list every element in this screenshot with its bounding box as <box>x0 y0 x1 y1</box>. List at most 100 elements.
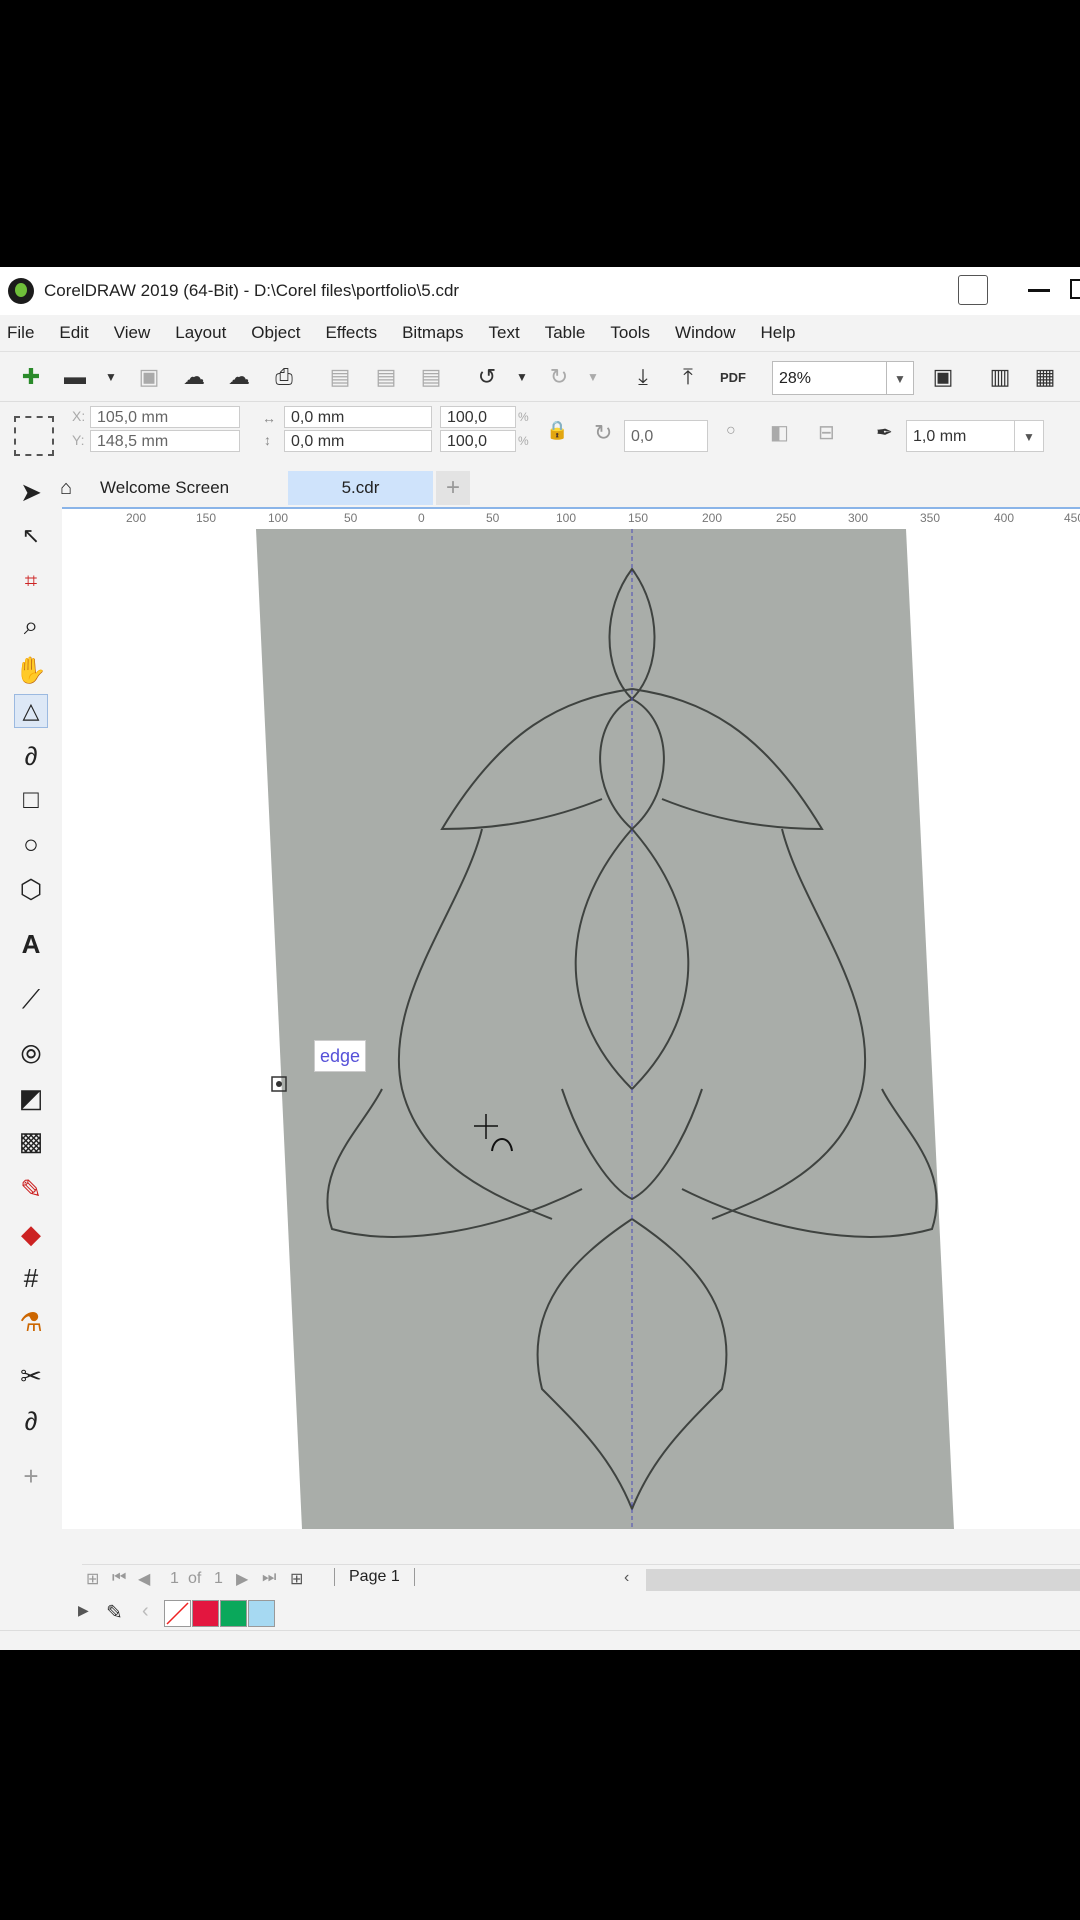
ruler-tick: 350 <box>920 511 941 525</box>
page-1-tab[interactable]: Page 1 <box>334 1568 415 1586</box>
save-icon[interactable]: ▣ <box>134 362 164 392</box>
zoom-level-select[interactable]: 28% ▼ <box>772 361 914 395</box>
rulers-icon[interactable]: ▥ <box>985 362 1015 392</box>
color-swatch-light-blue[interactable] <box>248 1600 275 1627</box>
scroll-left-icon[interactable]: ‹ <box>624 1569 629 1587</box>
menu-layout[interactable]: Layout <box>175 323 226 343</box>
color-swatch-green[interactable] <box>220 1600 247 1627</box>
add-page-before-icon[interactable]: ⊞ <box>86 1569 99 1589</box>
add-page-after-icon[interactable]: ⊞ <box>290 1569 303 1589</box>
scroll-palette-left-icon[interactable]: ‹ <box>142 1600 149 1623</box>
pick-tool-icon[interactable]: ➤ <box>14 475 48 509</box>
shape-tool-icon[interactable]: ↖ <box>14 519 48 553</box>
last-page-icon[interactable]: ⏭ <box>262 1569 276 1587</box>
cut-icon[interactable]: ▤ <box>325 362 355 392</box>
add-tool-icon[interactable]: + <box>14 1459 48 1493</box>
height-field[interactable]: 0,0 mm <box>284 430 432 452</box>
drop-shadow-tool-icon[interactable]: ◩ <box>14 1081 48 1115</box>
sketch-bitmap[interactable] <box>82 529 1080 1529</box>
open-dropdown-icon[interactable]: ▼ <box>96 362 126 392</box>
color-swatch-red[interactable] <box>192 1600 219 1627</box>
undo-dropdown-icon[interactable]: ▼ <box>507 362 537 392</box>
interactive-fill-tool-icon[interactable]: ◆ <box>14 1217 48 1251</box>
menu-view[interactable]: View <box>114 323 151 343</box>
new-document-icon[interactable]: ✚ <box>16 362 46 392</box>
scale-width-field[interactable]: 100,0 <box>440 406 516 428</box>
outline-width-select[interactable]: 1,0 mm ▼ <box>906 420 1044 452</box>
paste-icon[interactable]: ▤ <box>416 362 446 392</box>
lock-ratio-icon[interactable]: 🔒 <box>546 420 568 441</box>
eyedropper-tool-icon[interactable]: ✎ <box>14 1172 48 1206</box>
knife-tool-icon[interactable]: ✂ <box>14 1359 48 1393</box>
tab-welcome-screen[interactable]: Welcome Screen <box>100 471 310 505</box>
cloud-download-icon[interactable]: ☁ <box>179 362 209 392</box>
chevron-down-icon[interactable]: ▼ <box>1014 421 1043 451</box>
y-position-field[interactable]: 148,5 mm <box>90 430 240 452</box>
print-icon[interactable]: ⎙ <box>269 362 299 392</box>
horizontal-scrollbar[interactable] <box>646 1569 1080 1591</box>
grid-icon[interactable]: ▦ <box>1030 362 1060 392</box>
rectangle-tool-icon[interactable]: □ <box>14 782 48 816</box>
dimension-tool-icon[interactable]: ⟋ <box>14 983 48 1017</box>
transparency-tool-icon[interactable]: ▩ <box>14 1124 48 1158</box>
freehand-tool-icon[interactable]: ∂ <box>14 739 48 773</box>
current-page[interactable]: 1 <box>170 1570 179 1588</box>
mirror-vertical-icon[interactable]: ⊟ <box>818 420 835 445</box>
x-position-field[interactable]: 105,0 mm <box>90 406 240 428</box>
cloud-upload-icon[interactable]: ☁ <box>224 362 254 392</box>
mesh-fill-tool-icon[interactable]: # <box>14 1261 48 1295</box>
zoom-tool-icon[interactable]: ⌕ <box>14 609 48 643</box>
previous-page-icon[interactable]: ◀ <box>138 1569 150 1589</box>
copy-icon[interactable]: ▤ <box>371 362 401 392</box>
menu-edit[interactable]: Edit <box>59 323 88 343</box>
tab-5-cdr[interactable]: 5.cdr <box>288 471 433 505</box>
undo-icon[interactable]: ↺ <box>472 362 502 392</box>
import-icon[interactable]: ⤓ <box>628 362 658 392</box>
pdf-icon[interactable]: PDF <box>718 362 748 392</box>
menu-window[interactable]: Window <box>675 323 735 343</box>
menu-effects[interactable]: Effects <box>325 323 377 343</box>
menu-table[interactable]: Table <box>545 323 586 343</box>
home-icon[interactable]: ⌂ <box>60 471 80 505</box>
menu-help[interactable]: Help <box>761 323 796 343</box>
open-icon[interactable]: ▬ <box>60 362 90 392</box>
export-icon[interactable]: ⤒ <box>673 362 703 392</box>
width-field[interactable]: 0,0 mm <box>284 406 432 428</box>
chevron-down-icon[interactable]: ▼ <box>886 362 913 394</box>
full-screen-icon[interactable]: ▣ <box>928 362 958 392</box>
rotation-field[interactable]: 0,0 <box>624 420 708 452</box>
connector-tool-icon[interactable]: ∂ <box>14 1404 48 1438</box>
blend-tool-icon[interactable]: ⦾ <box>14 1038 48 1072</box>
menu-tools[interactable]: Tools <box>610 323 650 343</box>
expand-palette-icon[interactable]: ▶ <box>78 1602 89 1619</box>
menu-text[interactable]: Text <box>489 323 520 343</box>
polygon-tool-icon[interactable]: ⬡ <box>14 872 48 906</box>
account-icon[interactable] <box>958 275 988 305</box>
reference-point-icon[interactable] <box>14 416 54 456</box>
degree-icon: ○ <box>726 422 736 439</box>
menu-file[interactable]: File <box>7 323 34 343</box>
first-page-icon[interactable]: ⏮ <box>112 1569 126 1587</box>
eyedropper-icon[interactable]: ✎ <box>106 1600 123 1625</box>
ellipse-tool-icon[interactable]: ○ <box>14 827 48 861</box>
document-tabs: ⌂ Welcome Screen 5.cdr + <box>54 469 1080 507</box>
add-tab-button[interactable]: + <box>436 471 470 505</box>
text-tool-icon[interactable]: A <box>14 927 48 961</box>
drawing-canvas[interactable] <box>82 529 1080 1529</box>
no-color-swatch[interactable] <box>164 1600 191 1627</box>
redo-icon[interactable]: ↻ <box>544 362 574 392</box>
smart-fill-tool-icon[interactable]: ⚗ <box>14 1305 48 1339</box>
next-page-icon[interactable]: ▶ <box>236 1569 248 1589</box>
pan-tool-icon[interactable]: ✋ <box>14 653 48 687</box>
crop-tool-icon[interactable]: ⌗ <box>14 564 48 598</box>
maximize-button[interactable] <box>1070 279 1080 299</box>
mirror-horizontal-icon[interactable]: ◧ <box>770 420 789 445</box>
menu-bitmaps[interactable]: Bitmaps <box>402 323 463 343</box>
width-icon: ↔ <box>262 410 276 426</box>
redo-dropdown-icon[interactable]: ▼ <box>578 362 608 392</box>
menu-object[interactable]: Object <box>251 323 300 343</box>
minimize-button[interactable] <box>1028 289 1050 292</box>
scale-height-field[interactable]: 100,0 <box>440 430 516 452</box>
vertical-ruler <box>62 529 83 1529</box>
bspline-tool-icon[interactable]: △ <box>14 694 48 728</box>
